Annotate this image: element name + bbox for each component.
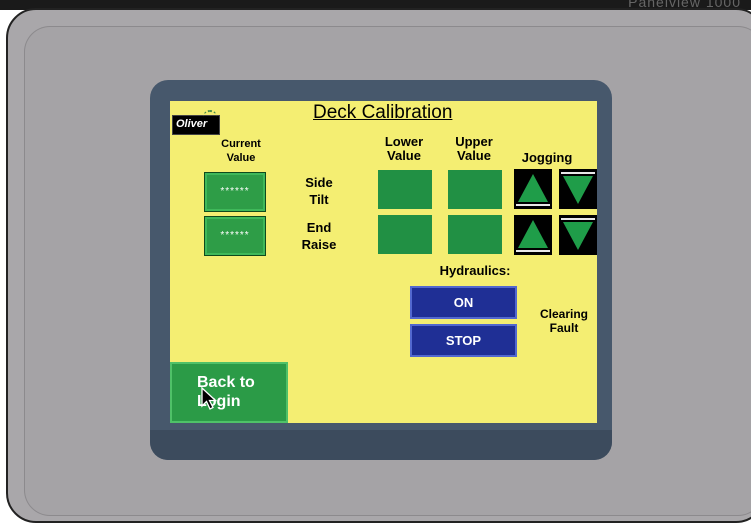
end-raise-jog-down-button[interactable] [559,215,597,255]
end-raise-upper-value-input[interactable] [448,215,502,254]
lower-value-label: Lower Value [384,134,424,163]
jog-down-icon [563,176,593,204]
end-raise-lower-value-input[interactable] [378,215,432,254]
end-raise-label: End Raise [301,220,337,252]
end-raise-current-value[interactable]: ****** [204,216,266,256]
frame-shade [150,430,612,460]
side-tilt-lower-value-input[interactable] [378,170,432,209]
mouse-cursor-icon [201,387,218,410]
jog-down-icon [563,222,593,250]
jog-up-icon [518,174,548,202]
clearing-fault-status: Clearing Fault [539,307,588,335]
hydraulics-stop-button[interactable]: STOP [410,324,517,357]
side-tilt-current-value[interactable]: ****** [204,172,266,212]
jog-up-icon [518,220,548,248]
jog-line [561,218,595,220]
side-tilt-label: Side Tilt [305,175,333,207]
back-to-login-button[interactable]: Back to Login [170,362,288,423]
jog-line [561,172,595,174]
hydraulics-on-button[interactable]: ON [410,286,517,319]
hmi-screen: Oliver Deck Calibration Current Value Lo… [170,101,597,423]
page-title: Deck Calibration [313,102,453,123]
side-tilt-upper-value-input[interactable] [448,170,502,209]
end-raise-jog-up-button[interactable] [514,215,552,255]
logo-text: Oliver [176,118,208,130]
jogging-label: Jogging [521,150,573,165]
current-value-label: Current Value [221,138,261,164]
side-tilt-jog-down-button[interactable] [559,169,597,209]
upper-value-label: Upper Value [455,134,493,163]
hydraulics-label: Hydraulics: [439,263,511,278]
end-raise-current-value-text: ****** [220,230,250,241]
jog-line [516,250,550,252]
jog-line [516,204,550,206]
oliver-logo: Oliver [172,110,220,135]
side-tilt-jog-up-button[interactable] [514,169,552,209]
side-tilt-current-value-text: ****** [220,186,250,197]
